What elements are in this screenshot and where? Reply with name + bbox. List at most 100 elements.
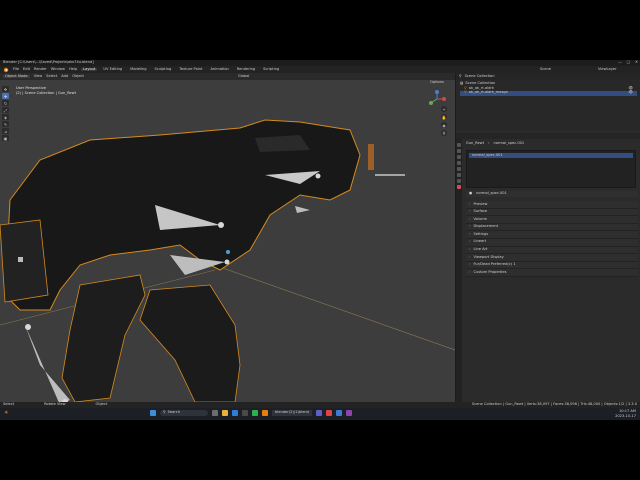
workspace-tab-rendering[interactable]: Rendering xyxy=(235,67,257,72)
measure-tool-icon[interactable]: ⊿ xyxy=(2,128,9,134)
windows-taskbar: ☀ ⚲ Search blender(2)(1)blend 10:17 AM 2… xyxy=(0,408,640,420)
minimize-button[interactable]: — xyxy=(618,60,622,65)
status-rotate-hint: Rotate View xyxy=(44,402,66,407)
panel-lineart[interactable]: › Lineart xyxy=(466,238,638,247)
menu-edit[interactable]: Edit xyxy=(23,67,30,72)
taskbar-search[interactable]: ⚲ Search xyxy=(160,410,208,416)
pan-hand-icon[interactable]: ✋ xyxy=(441,114,447,120)
chrome-icon[interactable] xyxy=(252,410,258,416)
outliner: ▤ Scene Collection ▽ ak_ak_rt.aldrk 👁 ▽ … xyxy=(456,80,640,130)
data-tab-icon[interactable] xyxy=(457,179,461,183)
scene-tab-icon[interactable] xyxy=(457,161,461,165)
chevron-right-icon: › xyxy=(469,216,471,221)
material-name-field[interactable]: normal_spec.001 xyxy=(476,192,507,196)
chevron-right-icon: › xyxy=(469,262,471,267)
filter-icon[interactable]: ⚲ xyxy=(459,74,462,79)
panel-preview[interactable]: › Preview xyxy=(466,201,638,209)
chevron-right-icon: › xyxy=(469,201,471,206)
menu-object[interactable]: Object xyxy=(72,74,84,79)
close-button[interactable]: ✕ xyxy=(635,60,638,65)
window-title: Blender [C:\Users\...\Saved\Projects\aks… xyxy=(3,60,94,65)
viewport-info: User Perspective (2) | Scene Collection … xyxy=(16,86,76,97)
collection-icon: ▤ xyxy=(460,81,464,86)
panel-label: Lineart xyxy=(473,239,487,244)
menu-select[interactable]: Select xyxy=(46,74,57,79)
menu-add[interactable]: Add xyxy=(61,74,68,79)
grid-icon[interactable]: # xyxy=(441,130,447,136)
workspace-tab-animation[interactable]: Animation xyxy=(208,67,230,72)
panel-extra[interactable]: › Fur/Dead Preferred(c) 1 xyxy=(466,261,638,270)
outliner-row[interactable]: ▽ ak_ak_rt.aldrk_mesgn 👁 xyxy=(460,91,637,96)
weather-icon[interactable]: ☀ xyxy=(4,411,8,416)
output-tab-icon[interactable] xyxy=(457,155,461,159)
workspace-tab-modeling[interactable]: Modeling xyxy=(128,67,148,72)
scene-selector[interactable]: Scene xyxy=(540,67,551,72)
workspace-tab-uv-editing[interactable]: UV Editing xyxy=(101,67,124,72)
transform-orientation-dropdown[interactable]: Global xyxy=(238,74,249,79)
modifier-tab-icon[interactable] xyxy=(457,173,461,177)
material-slot-list[interactable]: normal_spec.001 xyxy=(466,150,636,188)
rotate-tool-icon[interactable]: ↻ xyxy=(2,100,9,106)
store-icon[interactable] xyxy=(242,410,248,416)
move-tool-icon[interactable]: ✛ xyxy=(2,93,9,99)
object-tab-icon[interactable] xyxy=(457,167,461,171)
material-tab-icon[interactable] xyxy=(457,185,461,189)
vscode-icon[interactable] xyxy=(335,410,342,416)
media-icon[interactable] xyxy=(325,410,332,416)
3d-viewport[interactable]: User Perspective (2) | Scene Collection … xyxy=(0,80,455,402)
annotate-tool-icon[interactable]: ✎ xyxy=(2,121,9,127)
workspace-tab-sculpting[interactable]: Sculpting xyxy=(152,67,173,72)
panel-surface[interactable]: › Surface xyxy=(466,208,638,217)
zoom-icon[interactable]: + xyxy=(441,106,447,112)
visibility-eye-icon[interactable]: 👁 xyxy=(628,91,633,95)
workspace-tab-scripting[interactable]: Scripting xyxy=(261,67,281,72)
task-view-icon[interactable] xyxy=(212,410,218,416)
right-panels: ⚲ Scene Collection ▤ Scene Collection ▽ … xyxy=(455,73,640,406)
maximize-button[interactable]: □ xyxy=(627,60,630,65)
panel-viewport-display[interactable]: › Viewport Display xyxy=(466,254,638,262)
transform-tool-icon[interactable]: ◈ xyxy=(2,114,9,120)
status-select-hint: Select xyxy=(3,402,15,407)
panel-displacement[interactable]: › Displacement xyxy=(466,223,638,232)
material-selector[interactable]: ● normal_spec.001 xyxy=(466,191,638,197)
workspace-tab-texture-paint[interactable]: Texture Paint xyxy=(177,67,204,72)
edge-browser-icon[interactable] xyxy=(232,410,238,416)
blender-taskbar-icon[interactable] xyxy=(262,410,268,416)
material-sphere-icon: ● xyxy=(469,191,473,196)
active-window-tab[interactable]: blender(2)(1)blend xyxy=(272,410,312,416)
menu-help[interactable]: Help xyxy=(69,67,77,72)
menu-window[interactable]: Window xyxy=(51,67,65,72)
app-icon[interactable] xyxy=(345,410,352,416)
menu-render[interactable]: Render xyxy=(34,67,47,72)
scale-tool-icon[interactable]: ⤢ xyxy=(2,107,9,113)
search-icon: ⚲ xyxy=(163,410,166,415)
panel-settings[interactable]: › Settings xyxy=(466,231,638,239)
scene-statistics: Scene Collection | Gun_Rewt | Verts:38,0… xyxy=(471,402,637,407)
blender-logo-icon[interactable] xyxy=(3,67,9,73)
menu-view[interactable]: View xyxy=(34,74,43,79)
add-cube-tool-icon[interactable]: ▣ xyxy=(2,135,9,141)
menu-file[interactable]: File xyxy=(13,67,19,72)
view-layer-selector[interactable]: ViewLayer xyxy=(598,67,617,72)
camera-icon[interactable]: ◉ xyxy=(441,122,447,128)
panel-volume[interactable]: › Volume xyxy=(466,216,638,224)
workspace-tab-layout[interactable]: Layout xyxy=(81,67,98,72)
file-explorer-icon[interactable] xyxy=(222,410,228,416)
mode-dropdown[interactable]: Object Mode xyxy=(3,74,30,79)
tool-shelf: ✥ ✛ ↻ ⤢ ◈ ✎ ⊿ ▣ xyxy=(2,86,9,141)
teams-icon[interactable] xyxy=(315,410,322,416)
panel-custom-properties[interactable]: › Custom Properties xyxy=(466,269,638,277)
viewport-header: Object Mode View Select Add Object Globa… xyxy=(0,73,455,80)
taskbar-clock[interactable]: 10:17 AM 2023-10-17 xyxy=(615,409,636,418)
panel-line-art[interactable]: › Line Art xyxy=(466,246,638,255)
windows-start-icon[interactable] xyxy=(150,410,156,416)
material-slot[interactable]: normal_spec.001 xyxy=(469,153,633,158)
cursor-tool-icon[interactable]: ✥ xyxy=(2,86,9,92)
options-dropdown[interactable]: Options xyxy=(430,80,444,85)
panel-label: Volume xyxy=(473,216,487,221)
render-tab-icon[interactable] xyxy=(457,149,461,153)
tool-tab-icon[interactable] xyxy=(457,143,461,147)
taskbar-left: ☀ xyxy=(4,411,8,416)
chevron-right-icon: › xyxy=(469,269,471,274)
gun-model-render xyxy=(0,119,455,402)
